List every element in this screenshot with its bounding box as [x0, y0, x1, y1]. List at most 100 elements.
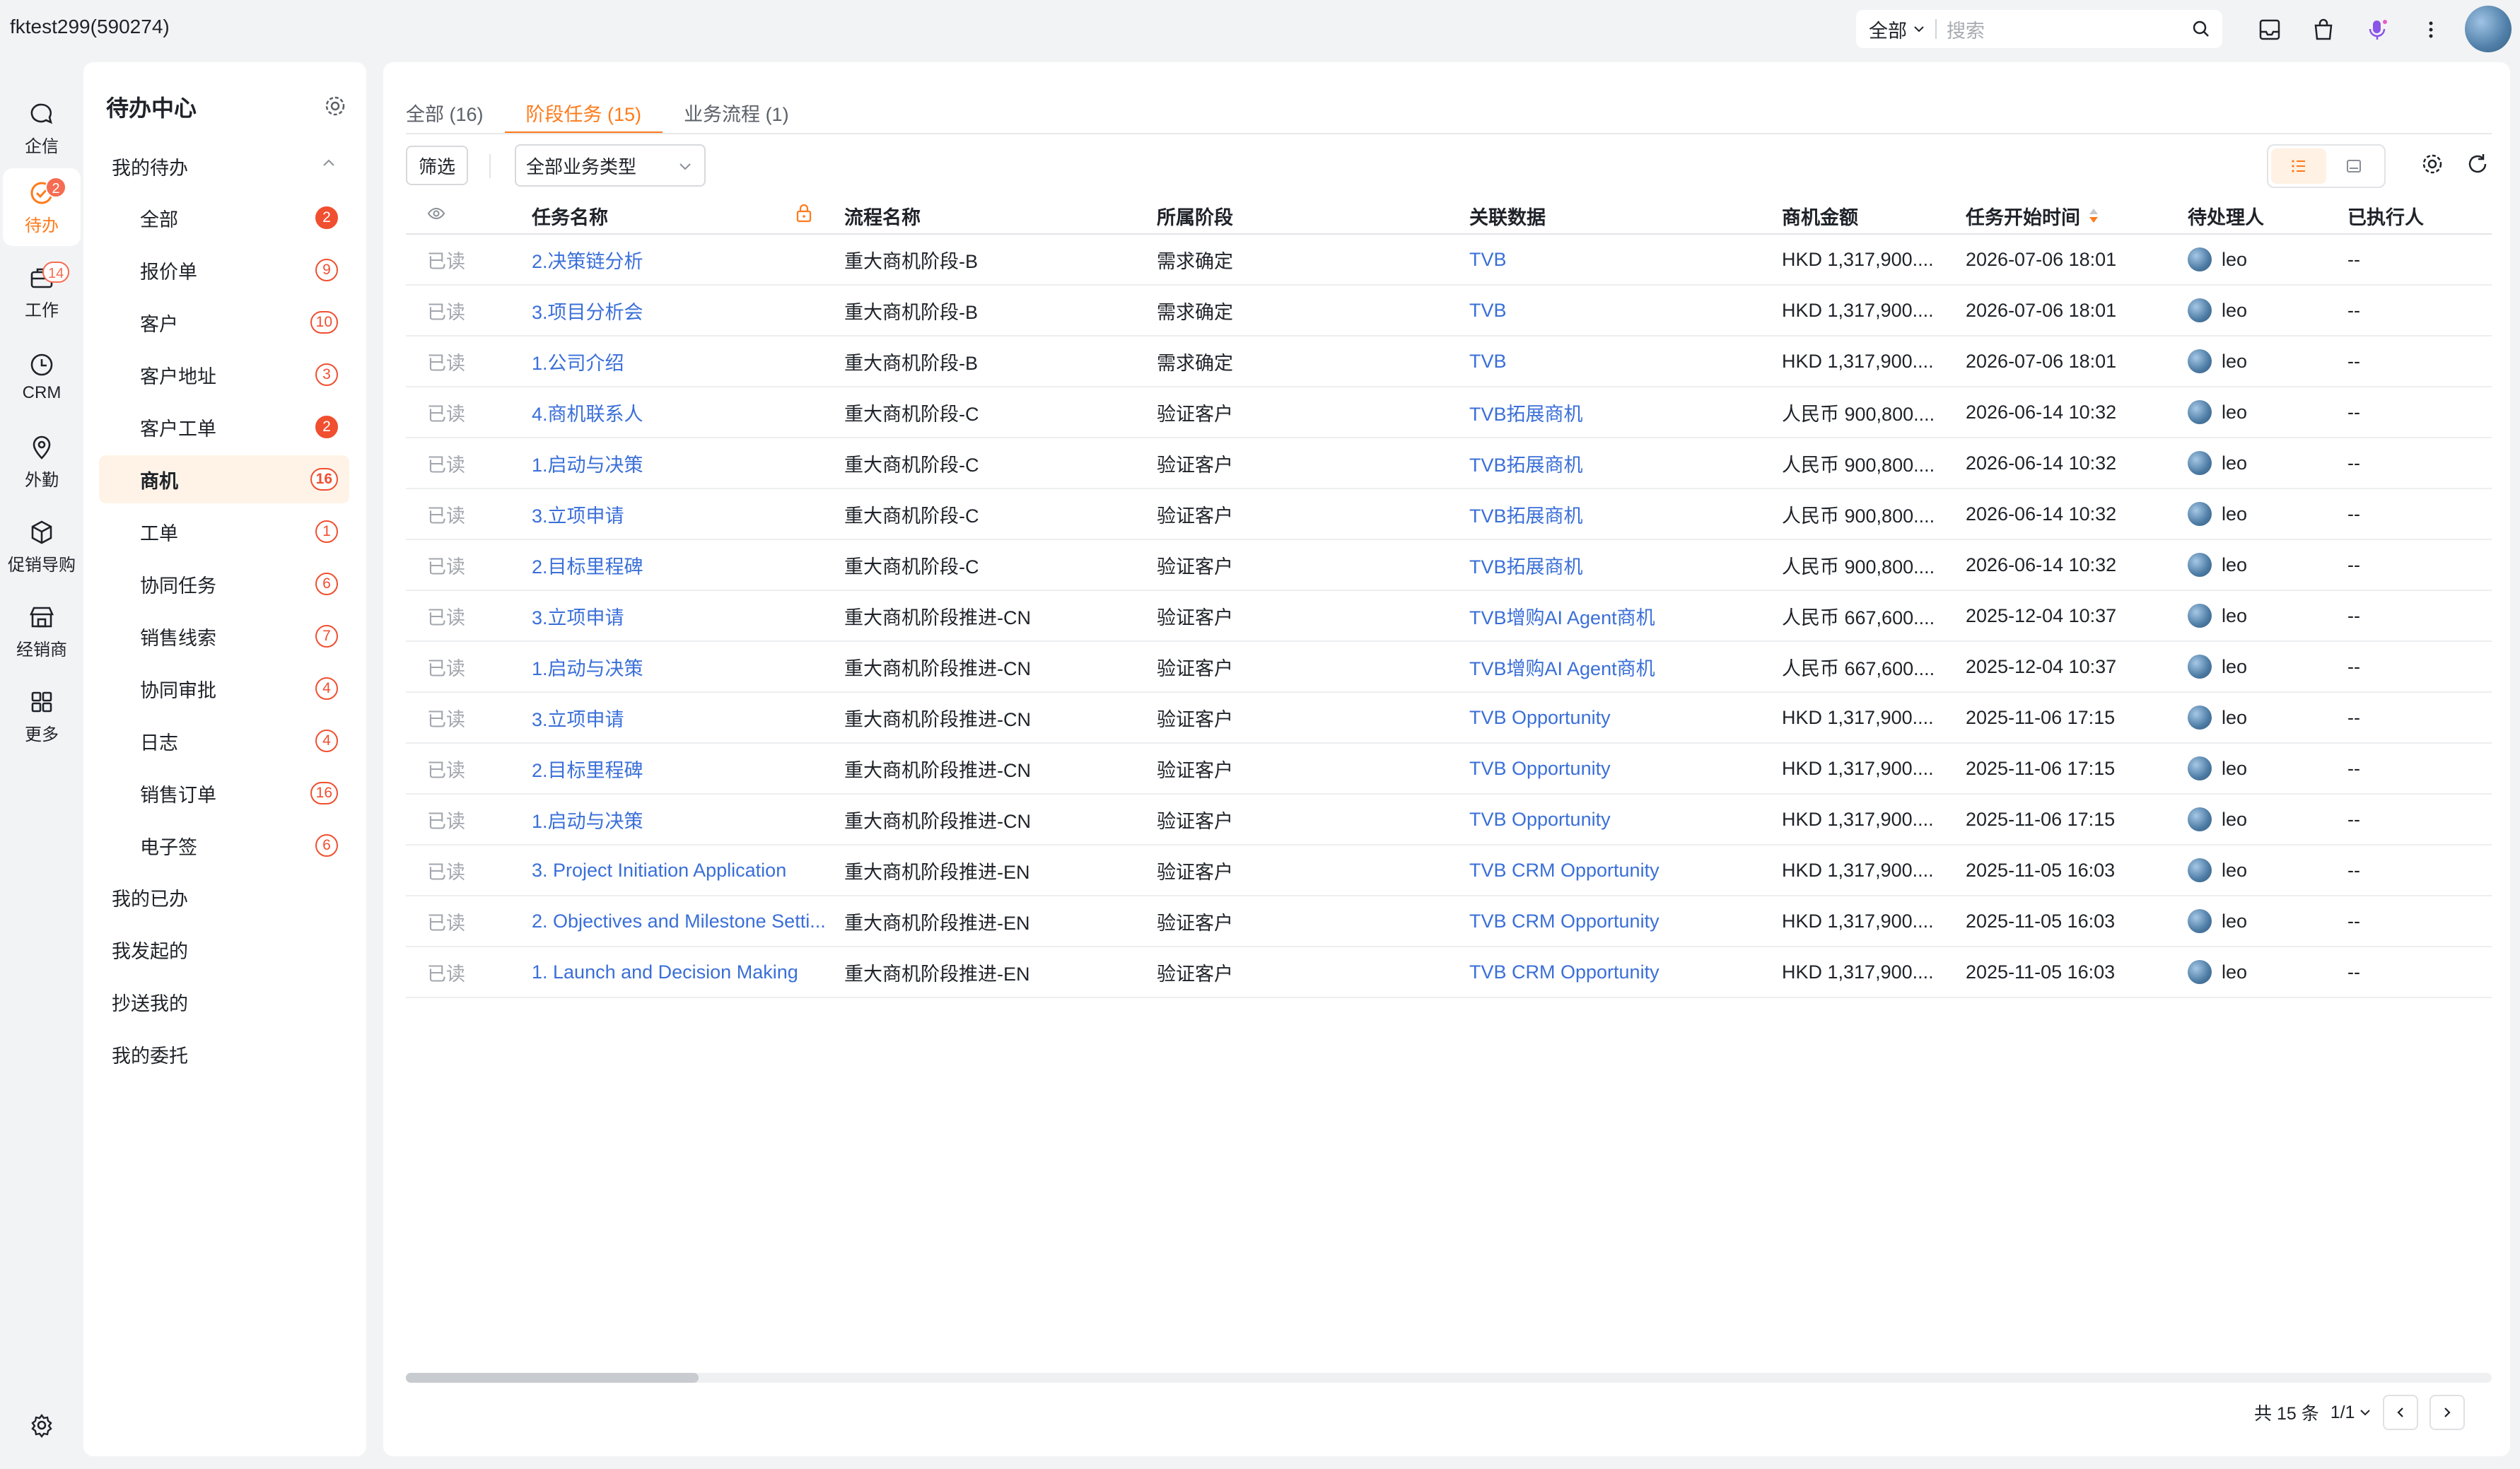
settings-gear-icon[interactable] [2420, 151, 2445, 177]
header-amount[interactable]: 商机金额 [1782, 202, 1966, 230]
sidebar-item-work-order[interactable]: 工单 1 [99, 508, 349, 556]
group-initiated[interactable]: 我发起的 [112, 936, 188, 964]
task-name-link[interactable]: 1.启动与决策 [532, 450, 844, 477]
assignee-chip[interactable]: leo [2188, 604, 2340, 628]
tab-business-process[interactable]: 业务流程 (1) [684, 99, 810, 134]
inbox-icon[interactable] [2253, 13, 2287, 47]
related-data-link[interactable]: TVB拓展商机 [1469, 551, 1782, 579]
group-my-todo[interactable]: 我的待办 [112, 153, 188, 180]
related-data-link[interactable]: TVB Opportunity [1469, 809, 1782, 831]
related-data-link[interactable]: TVB增购AI Agent商机 [1469, 602, 1782, 630]
header-related-data[interactable]: 关联数据 [1469, 202, 1782, 230]
search-scope-dropdown[interactable]: 全部 [1856, 16, 1925, 43]
task-name-link[interactable]: 2.目标里程碑 [532, 551, 844, 579]
rail-item-promotion[interactable]: 促销导购 [0, 508, 83, 585]
assignee-chip[interactable]: leo [2188, 655, 2340, 679]
task-name-link[interactable]: 1.启动与决策 [532, 653, 844, 681]
task-name-link[interactable]: 1.启动与决策 [532, 806, 844, 833]
task-name-link[interactable]: 1. Launch and Decision Making [532, 961, 844, 983]
task-name-link[interactable]: 3.立项申请 [532, 602, 844, 630]
table-row[interactable]: 已读 1.启动与决策 重大商机阶段推进-CN 验证客户 TVB增购AI Agent商机人… [406, 642, 2492, 693]
task-name-link[interactable]: 1.公司介绍 [532, 348, 844, 375]
assignee-chip[interactable]: leo [2188, 960, 2340, 984]
assignee-chip[interactable]: leo [2188, 858, 2340, 882]
sidebar-item-collab-task[interactable]: 协同任务 6 [99, 560, 349, 608]
tab-stage-tasks[interactable]: 阶段任务 (15) [504, 99, 663, 134]
sidebar-item-collab-approval[interactable]: 协同审批 4 [99, 665, 349, 713]
sort-icon[interactable] [2087, 206, 2100, 225]
task-name-link[interactable]: 4.商机联系人 [532, 399, 844, 426]
assignee-chip[interactable]: leo [2188, 502, 2340, 526]
task-name-link[interactable]: 2.目标里程碑 [532, 755, 844, 783]
related-data-link[interactable]: TVB [1469, 351, 1782, 373]
sidebar-item-quote[interactable]: 报价单 9 [99, 246, 349, 294]
page-select[interactable]: 1/1 [2331, 1403, 2372, 1423]
related-data-link[interactable]: TVB [1469, 300, 1782, 322]
scrollbar-thumb[interactable] [406, 1373, 699, 1383]
sidebar-item-customer-address[interactable]: 客户地址 3 [99, 351, 349, 399]
ai-assistant-icon[interactable] [2360, 13, 2394, 47]
rail-settings[interactable] [0, 1388, 83, 1466]
tab-all[interactable]: 全部 (16) [406, 99, 505, 134]
header-start-time[interactable]: 任务开始时间 [1966, 202, 2188, 230]
table-row[interactable]: 已读 2.目标里程碑 重大商机阶段推进-CN 验证客户 TVB Opportunity H… [406, 744, 2492, 795]
user-avatar[interactable] [2465, 6, 2512, 52]
refresh-icon[interactable] [2465, 151, 2490, 177]
table-row[interactable]: 已读 3.立项申请 重大商机阶段-C 验证客户 TVB拓展商机 人民币 900,800..… [406, 489, 2492, 540]
table-row[interactable]: 已读 3.立项申请 重大商机阶段推进-CN 验证客户 TVB Opportunity HK… [406, 693, 2492, 744]
assignee-chip[interactable]: leo [2188, 756, 2340, 780]
assignee-chip[interactable]: leo [2188, 909, 2340, 933]
assignee-chip[interactable]: leo [2188, 349, 2340, 373]
assignee-chip[interactable]: leo [2188, 553, 2340, 577]
task-name-link[interactable]: 3. Project Initiation Application [532, 860, 844, 882]
horizontal-scrollbar[interactable] [406, 1373, 2492, 1383]
rail-item-chat[interactable]: 企信 [0, 89, 83, 167]
assignee-chip[interactable]: leo [2188, 706, 2340, 730]
rail-item-work[interactable]: 工作 14 [0, 253, 83, 331]
next-page-button[interactable] [2429, 1395, 2466, 1430]
related-data-link[interactable]: TVB Opportunity [1469, 758, 1782, 780]
view-toggle[interactable] [2267, 144, 2386, 188]
table-row[interactable]: 已读 3.项目分析会 重大商机阶段-B 需求确定 TVB HKD 1,317,900...… [406, 286, 2492, 336]
prev-page-button[interactable] [2383, 1395, 2419, 1430]
search-icon[interactable] [2191, 19, 2211, 39]
related-data-link[interactable]: TVB增购AI Agent商机 [1469, 653, 1782, 681]
header-stage[interactable]: 所属阶段 [1157, 202, 1469, 230]
table-row[interactable]: 已读 1. Launch and Decision Making 重大商机阶段推进-… [406, 947, 2492, 998]
related-data-link[interactable]: TVB拓展商机 [1469, 399, 1782, 426]
sidebar-item-customer[interactable]: 客户 10 [99, 298, 349, 346]
header-task-name[interactable]: 任务名称 [532, 202, 844, 230]
task-name-link[interactable]: 3.立项申请 [532, 501, 844, 528]
sidebar-item-leads[interactable]: 销售线索 7 [99, 612, 349, 660]
settings-gear-icon[interactable] [322, 93, 348, 119]
group-delegated[interactable]: 我的委托 [112, 1041, 188, 1068]
business-type-select[interactable]: 全部业务类型 [515, 144, 706, 187]
lock-icon[interactable] [795, 202, 813, 223]
rail-item-todo[interactable]: 待办 2 [3, 168, 81, 246]
header-process-name[interactable]: 流程名称 [844, 202, 1157, 230]
assignee-chip[interactable]: leo [2188, 451, 2340, 475]
table-row[interactable]: 已读 3. Project Initiation Application 重大商机阶… [406, 845, 2492, 896]
sidebar-item-opportunity[interactable]: 商机 16 [99, 455, 349, 503]
table-row[interactable]: 已读 2.决策链分析 重大商机阶段-B 需求确定 TVB HKD 1,317,900...… [406, 235, 2492, 286]
related-data-link[interactable]: TVB CRM Opportunity [1469, 911, 1782, 932]
table-row[interactable]: 已读 2. Objectives and Milestone Setti... 重大… [406, 896, 2492, 947]
header-assignee[interactable]: 待处理人 [2188, 202, 2347, 230]
sidebar-item-sales-order[interactable]: 销售订单 16 [99, 769, 349, 817]
shopping-bag-icon[interactable] [2306, 13, 2340, 47]
assignee-chip[interactable]: leo [2188, 400, 2340, 424]
rail-item-field[interactable]: 外勤 [0, 423, 83, 501]
table-row[interactable]: 已读 1.启动与决策 重大商机阶段推进-CN 验证客户 TVB Opportunity H… [406, 795, 2492, 845]
search-input[interactable]: 搜索 [1947, 16, 2191, 43]
assignee-chip[interactable]: leo [2188, 807, 2340, 831]
more-vertical-icon[interactable] [2414, 13, 2448, 47]
assignee-chip[interactable]: leo [2188, 298, 2340, 322]
global-search[interactable]: 全部 搜索 [1856, 10, 2222, 48]
task-name-link[interactable]: 2. Objectives and Milestone Setti... [532, 911, 844, 932]
task-name-link[interactable]: 3.立项申请 [532, 704, 844, 732]
related-data-link[interactable]: TVB拓展商机 [1469, 450, 1782, 477]
rail-item-dealer[interactable]: 经销商 [0, 592, 83, 670]
task-name-link[interactable]: 3.项目分析会 [532, 297, 844, 324]
sidebar-item-esign[interactable]: 电子签 6 [99, 821, 349, 870]
header-executed[interactable]: 已执行人 [2347, 202, 2492, 230]
